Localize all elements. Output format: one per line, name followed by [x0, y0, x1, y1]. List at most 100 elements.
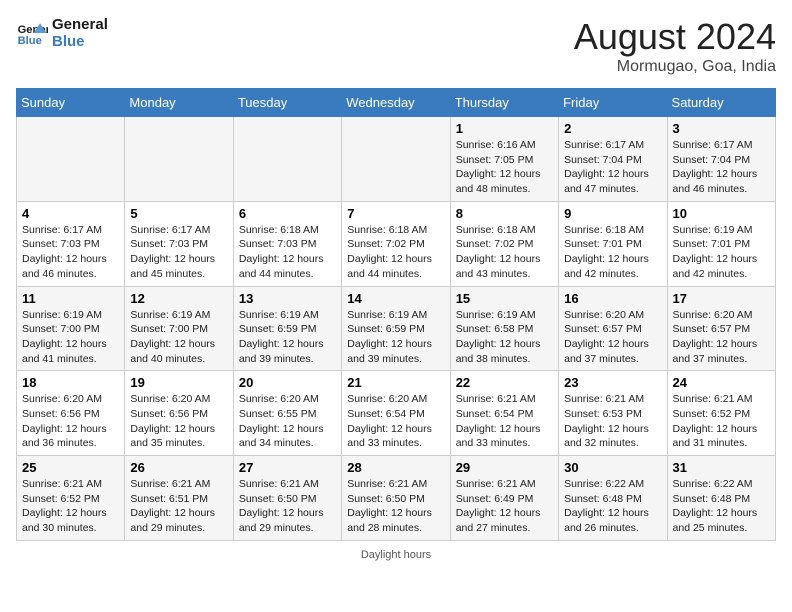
- calendar-cell: 3Sunrise: 6:17 AM Sunset: 7:04 PM Daylig…: [667, 117, 775, 202]
- day-number: 10: [673, 206, 770, 221]
- calendar-cell: 26 Sunrise: 6:21 AM Sunset: 6:51 PM Dayli…: [125, 456, 233, 541]
- calendar-cell: [17, 117, 125, 202]
- day-info: Sunrise: 6:21 AM Sunset: 6:49 PM Dayligh…: [456, 477, 553, 536]
- day-info: Sunrise: 6:20 AM Sunset: 6:55 PM Dayligh…: [239, 392, 336, 451]
- day-info: Sunrise: 6:21 AM Sunset: 6:51 PM Dayligh…: [130, 477, 227, 536]
- day-info: Sunrise: 6:20 AM Sunset: 6:57 PM Dayligh…: [564, 308, 661, 367]
- day-info: Sunrise: 6:17 AM Sunset: 7:04 PM Dayligh…: [564, 138, 661, 197]
- day-number: 1: [456, 121, 553, 136]
- day-info: Sunrise: 6:17 AM Sunset: 7:03 PM Dayligh…: [22, 223, 119, 282]
- calendar-cell: [233, 117, 341, 202]
- day-info: Sunrise: 6:21 AM Sunset: 6:50 PM Dayligh…: [239, 477, 336, 536]
- day-info: Sunrise: 6:19 AM Sunset: 7:01 PM Dayligh…: [673, 223, 770, 282]
- day-number: 7: [347, 206, 444, 221]
- day-number: 14: [347, 291, 444, 306]
- day-number: 29: [456, 460, 553, 475]
- calendar-week-row: 11Sunrise: 6:19 AM Sunset: 7:00 PM Dayli…: [17, 286, 776, 371]
- calendar-cell: 5 Sunrise: 6:17 AM Sunset: 7:03 PM Daylig…: [125, 201, 233, 286]
- day-info: Sunrise: 6:17 AM Sunset: 7:03 PM Dayligh…: [130, 223, 227, 282]
- day-info: Sunrise: 6:22 AM Sunset: 6:48 PM Dayligh…: [564, 477, 661, 536]
- day-info: Sunrise: 6:20 AM Sunset: 6:56 PM Dayligh…: [22, 392, 119, 451]
- day-number: 21: [347, 375, 444, 390]
- weekday-header-saturday: Saturday: [667, 89, 775, 117]
- day-info: Sunrise: 6:18 AM Sunset: 7:02 PM Dayligh…: [456, 223, 553, 282]
- day-number: 24: [673, 375, 770, 390]
- calendar-cell: 12 Sunrise: 6:19 AM Sunset: 7:00 PM Dayli…: [125, 286, 233, 371]
- day-number: 6: [239, 206, 336, 221]
- calendar-cell: 31Sunrise: 6:22 AM Sunset: 6:48 PM Dayli…: [667, 456, 775, 541]
- calendar-cell: 7 Sunrise: 6:18 AM Sunset: 7:02 PM Daylig…: [342, 201, 450, 286]
- day-info: Sunrise: 6:19 AM Sunset: 6:58 PM Dayligh…: [456, 308, 553, 367]
- day-number: 20: [239, 375, 336, 390]
- day-number: 9: [564, 206, 661, 221]
- calendar-cell: 16 Sunrise: 6:20 AM Sunset: 6:57 PM Dayli…: [559, 286, 667, 371]
- calendar-cell: 14Sunrise: 6:19 AM Sunset: 6:59 PM Dayli…: [342, 286, 450, 371]
- calendar-cell: 17Sunrise: 6:20 AM Sunset: 6:57 PM Dayli…: [667, 286, 775, 371]
- calendar-week-row: 1 Sunrise: 6:16 AM Sunset: 7:05 PM Daylig…: [17, 117, 776, 202]
- day-info: Sunrise: 6:18 AM Sunset: 7:02 PM Dayligh…: [347, 223, 444, 282]
- day-number: 26: [130, 460, 227, 475]
- calendar-week-row: 4 Sunrise: 6:17 AM Sunset: 7:03 PM Daylig…: [17, 201, 776, 286]
- day-number: 27: [239, 460, 336, 475]
- weekday-header-wednesday: Wednesday: [342, 89, 450, 117]
- title-block: August 2024 Mormugao, Goa, India: [574, 16, 776, 76]
- day-info: Sunrise: 6:19 AM Sunset: 7:00 PM Dayligh…: [22, 308, 119, 367]
- day-info: Sunrise: 6:22 AM Sunset: 6:48 PM Dayligh…: [673, 477, 770, 536]
- weekday-header-thursday: Thursday: [450, 89, 558, 117]
- calendar-cell: 2 Sunrise: 6:17 AM Sunset: 7:04 PM Daylig…: [559, 117, 667, 202]
- weekday-header-monday: Monday: [125, 89, 233, 117]
- calendar-cell: 23Sunrise: 6:21 AM Sunset: 6:53 PM Dayli…: [559, 371, 667, 456]
- calendar-cell: 25 Sunrise: 6:21 AM Sunset: 6:52 PM Dayli…: [17, 456, 125, 541]
- day-number: 8: [456, 206, 553, 221]
- calendar-cell: [125, 117, 233, 202]
- day-number: 2: [564, 121, 661, 136]
- day-number: 5: [130, 206, 227, 221]
- day-info: Sunrise: 6:21 AM Sunset: 6:50 PM Dayligh…: [347, 477, 444, 536]
- daylight-label: Daylight hours: [361, 549, 431, 561]
- weekday-header-tuesday: Tuesday: [233, 89, 341, 117]
- day-info: Sunrise: 6:21 AM Sunset: 6:52 PM Dayligh…: [22, 477, 119, 536]
- day-info: Sunrise: 6:19 AM Sunset: 7:00 PM Dayligh…: [130, 308, 227, 367]
- calendar-week-row: 18 Sunrise: 6:20 AM Sunset: 6:56 PM Dayli…: [17, 371, 776, 456]
- day-info: Sunrise: 6:17 AM Sunset: 7:04 PM Dayligh…: [673, 138, 770, 197]
- calendar-cell: 9 Sunrise: 6:18 AM Sunset: 7:01 PM Daylig…: [559, 201, 667, 286]
- logo-general: General: [52, 16, 108, 33]
- calendar-cell: 4 Sunrise: 6:17 AM Sunset: 7:03 PM Daylig…: [17, 201, 125, 286]
- day-number: 28: [347, 460, 444, 475]
- day-number: 25: [22, 460, 119, 475]
- calendar-cell: 21 Sunrise: 6:20 AM Sunset: 6:54 PM Dayli…: [342, 371, 450, 456]
- day-number: 16: [564, 291, 661, 306]
- calendar-subtitle: Mormugao, Goa, India: [574, 58, 776, 76]
- logo-icon: General Blue: [16, 17, 48, 49]
- calendar-cell: 29 Sunrise: 6:21 AM Sunset: 6:49 PM Dayli…: [450, 456, 558, 541]
- calendar-cell: [342, 117, 450, 202]
- calendar-cell: 22Sunrise: 6:21 AM Sunset: 6:54 PM Dayli…: [450, 371, 558, 456]
- calendar-cell: 19 Sunrise: 6:20 AM Sunset: 6:56 PM Dayli…: [125, 371, 233, 456]
- day-info: Sunrise: 6:20 AM Sunset: 6:56 PM Dayligh…: [130, 392, 227, 451]
- calendar-cell: 6Sunrise: 6:18 AM Sunset: 7:03 PM Daylig…: [233, 201, 341, 286]
- calendar-cell: 11Sunrise: 6:19 AM Sunset: 7:00 PM Dayli…: [17, 286, 125, 371]
- day-number: 4: [22, 206, 119, 221]
- day-info: Sunrise: 6:21 AM Sunset: 6:54 PM Dayligh…: [456, 392, 553, 451]
- calendar-cell: 1 Sunrise: 6:16 AM Sunset: 7:05 PM Daylig…: [450, 117, 558, 202]
- calendar-cell: 30 Sunrise: 6:22 AM Sunset: 6:48 PM Dayli…: [559, 456, 667, 541]
- day-info: Sunrise: 6:19 AM Sunset: 6:59 PM Dayligh…: [239, 308, 336, 367]
- calendar-cell: 15Sunrise: 6:19 AM Sunset: 6:58 PM Dayli…: [450, 286, 558, 371]
- weekday-header-friday: Friday: [559, 89, 667, 117]
- calendar-title: August 2024: [574, 16, 776, 58]
- day-info: Sunrise: 6:18 AM Sunset: 7:01 PM Dayligh…: [564, 223, 661, 282]
- calendar-cell: 28 Sunrise: 6:21 AM Sunset: 6:50 PM Dayli…: [342, 456, 450, 541]
- day-number: 23: [564, 375, 661, 390]
- calendar-week-row: 25 Sunrise: 6:21 AM Sunset: 6:52 PM Dayli…: [17, 456, 776, 541]
- day-number: 19: [130, 375, 227, 390]
- calendar-cell: 18 Sunrise: 6:20 AM Sunset: 6:56 PM Dayli…: [17, 371, 125, 456]
- svg-text:Blue: Blue: [18, 35, 42, 47]
- day-info: Sunrise: 6:16 AM Sunset: 7:05 PM Dayligh…: [456, 138, 553, 197]
- day-number: 12: [130, 291, 227, 306]
- day-number: 30: [564, 460, 661, 475]
- day-info: Sunrise: 6:20 AM Sunset: 6:54 PM Dayligh…: [347, 392, 444, 451]
- day-number: 18: [22, 375, 119, 390]
- logo: General Blue General Blue: [16, 16, 108, 50]
- calendar-cell: 8 Sunrise: 6:18 AM Sunset: 7:02 PM Daylig…: [450, 201, 558, 286]
- day-info: Sunrise: 6:20 AM Sunset: 6:57 PM Dayligh…: [673, 308, 770, 367]
